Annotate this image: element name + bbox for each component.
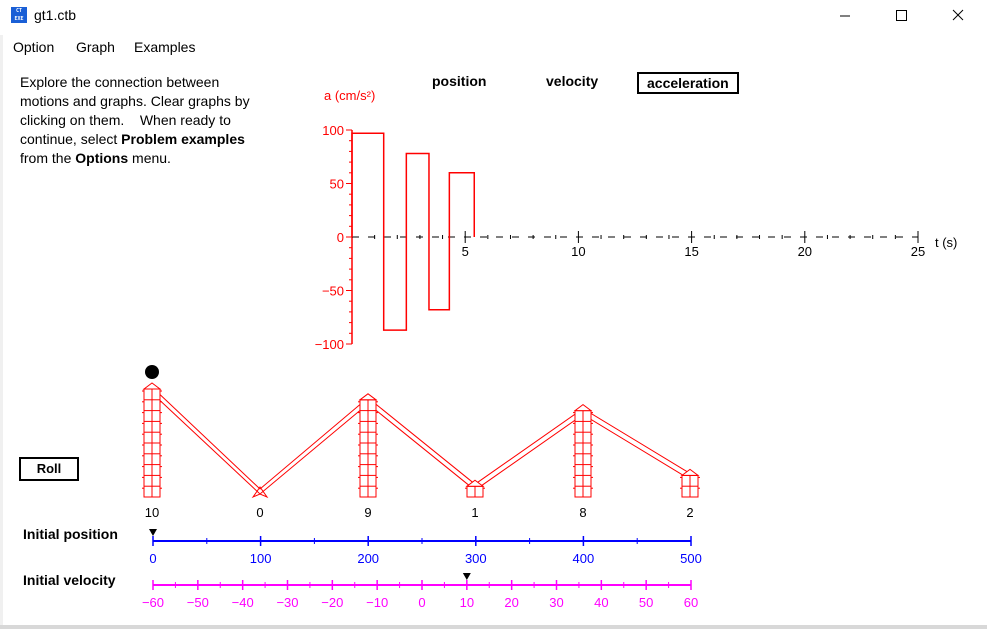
tab-velocity[interactable]: velocity xyxy=(546,73,598,89)
minimize-icon xyxy=(840,15,850,17)
menu-option[interactable]: Option xyxy=(13,39,54,55)
tab-acceleration[interactable]: acceleration xyxy=(637,72,739,94)
menu-bar: Option Graph Examples xyxy=(0,35,987,59)
intro-line: continue, select Problem examples xyxy=(20,130,288,149)
app-window-icon: CT EXE xyxy=(11,7,27,23)
tab-position[interactable]: position xyxy=(432,73,486,89)
title-bar: CT EXE gt1.ctb xyxy=(0,0,987,32)
initial-velocity-label: Initial velocity xyxy=(23,572,116,588)
close-icon xyxy=(952,9,964,21)
intro-line: motions and graphs. Clear graphs by xyxy=(20,93,250,109)
intro-line: Explore the connection between xyxy=(20,74,220,90)
initial-position-label: Initial position xyxy=(23,526,118,542)
main-content: Explore the connection between motions a… xyxy=(0,60,987,625)
roll-button[interactable]: Roll xyxy=(19,457,79,481)
intro-text-fragment: continue, select xyxy=(20,131,122,147)
window-title: gt1.ctb xyxy=(34,7,77,23)
intro-bold-fragment: Options xyxy=(75,150,129,166)
intro-line: clicking on them. When ready to xyxy=(20,112,231,128)
menu-graph[interactable]: Graph xyxy=(76,39,115,55)
maximize-icon xyxy=(896,10,907,21)
intro-text-fragment: menu. xyxy=(128,150,171,166)
background-strip xyxy=(0,625,987,629)
maximize-button[interactable] xyxy=(878,0,924,32)
close-button[interactable] xyxy=(934,0,980,32)
intro-text-fragment: from the xyxy=(20,150,76,166)
intro-text: Explore the connection between motions a… xyxy=(20,73,288,168)
minimize-button[interactable] xyxy=(822,0,868,32)
intro-bold-fragment: Problem examples xyxy=(121,131,245,147)
menu-examples[interactable]: Examples xyxy=(134,39,195,55)
intro-line: from the Options menu. xyxy=(20,149,288,168)
